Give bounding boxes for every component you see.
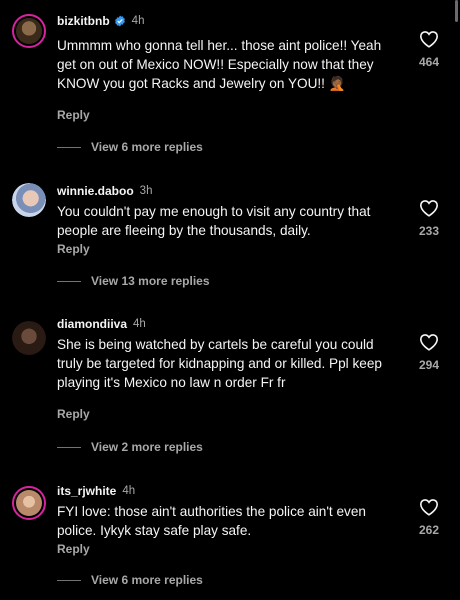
view-replies-button[interactable]: View 6 more replies (57, 573, 203, 587)
heart-outline-icon (419, 200, 439, 217)
view-replies-label: View 6 more replies (91, 573, 203, 587)
comment-text: She is being watched by cartels be caref… (57, 337, 382, 390)
reply-button[interactable]: Reply (57, 108, 90, 122)
timestamp: 3h (139, 185, 153, 197)
comment-header: diamondiiva 4h (57, 317, 146, 331)
username[interactable]: its_rjwhite (57, 484, 116, 498)
like-count: 294 (418, 358, 440, 372)
divider (57, 280, 81, 282)
reply-button[interactable]: Reply (57, 407, 90, 421)
view-replies-label: View 6 more replies (91, 140, 203, 154)
comment-header: winnie.daboo 3h (57, 184, 152, 198)
comment-text: You couldn't pay me enough to visit any … (57, 204, 371, 238)
comment-text: FYI love: those ain't authorities the po… (57, 504, 366, 538)
comment-item: winnie.daboo 3h You couldn't pay me enou… (0, 165, 460, 305)
divider (57, 146, 81, 148)
reply-button[interactable]: Reply (57, 542, 90, 556)
view-replies-button[interactable]: View 2 more replies (57, 440, 203, 454)
username[interactable]: winnie.daboo (57, 184, 134, 198)
comment-header: bizkitbnb 4h (57, 14, 144, 28)
divider (57, 446, 81, 448)
view-replies-label: View 13 more replies (91, 274, 210, 288)
divider (57, 579, 81, 581)
avatar[interactable] (12, 183, 46, 217)
avatar[interactable] (12, 321, 46, 355)
comment-header: its_rjwhite 4h (57, 484, 135, 498)
heart-outline-icon (419, 499, 439, 516)
avatar[interactable] (12, 486, 46, 520)
comment-item: bizkitbnb 4h Ummmm who gonna tell her...… (0, 0, 460, 165)
verified-badge-icon (114, 15, 125, 27)
reply-button[interactable]: Reply (57, 242, 90, 256)
comment-item: its_rjwhite 4h FYI love: those ain't aut… (0, 470, 460, 600)
view-replies-label: View 2 more replies (91, 440, 203, 454)
comment-item: diamondiiva 4h She is being watched by c… (0, 305, 460, 470)
username[interactable]: diamondiiva (57, 317, 127, 331)
like-button[interactable]: 262 (414, 498, 444, 537)
like-count: 233 (418, 224, 440, 238)
view-replies-button[interactable]: View 13 more replies (57, 274, 210, 288)
view-replies-button[interactable]: View 6 more replies (57, 140, 203, 154)
heart-outline-icon (419, 334, 439, 351)
scrollbar[interactable] (455, 0, 458, 22)
like-button[interactable]: 464 (414, 30, 444, 69)
like-count: 262 (418, 523, 440, 537)
heart-outline-icon (419, 31, 439, 48)
timestamp: 4h (122, 485, 136, 497)
timestamp: 4h (131, 15, 145, 27)
like-button[interactable]: 294 (414, 333, 444, 372)
avatar[interactable] (12, 14, 46, 48)
username[interactable]: bizkitbnb (57, 14, 110, 28)
like-count: 464 (418, 55, 440, 69)
comment-text: Ummmm who gonna tell her... those aint p… (57, 38, 382, 91)
like-button[interactable]: 233 (414, 199, 444, 238)
timestamp: 4h (133, 318, 146, 330)
